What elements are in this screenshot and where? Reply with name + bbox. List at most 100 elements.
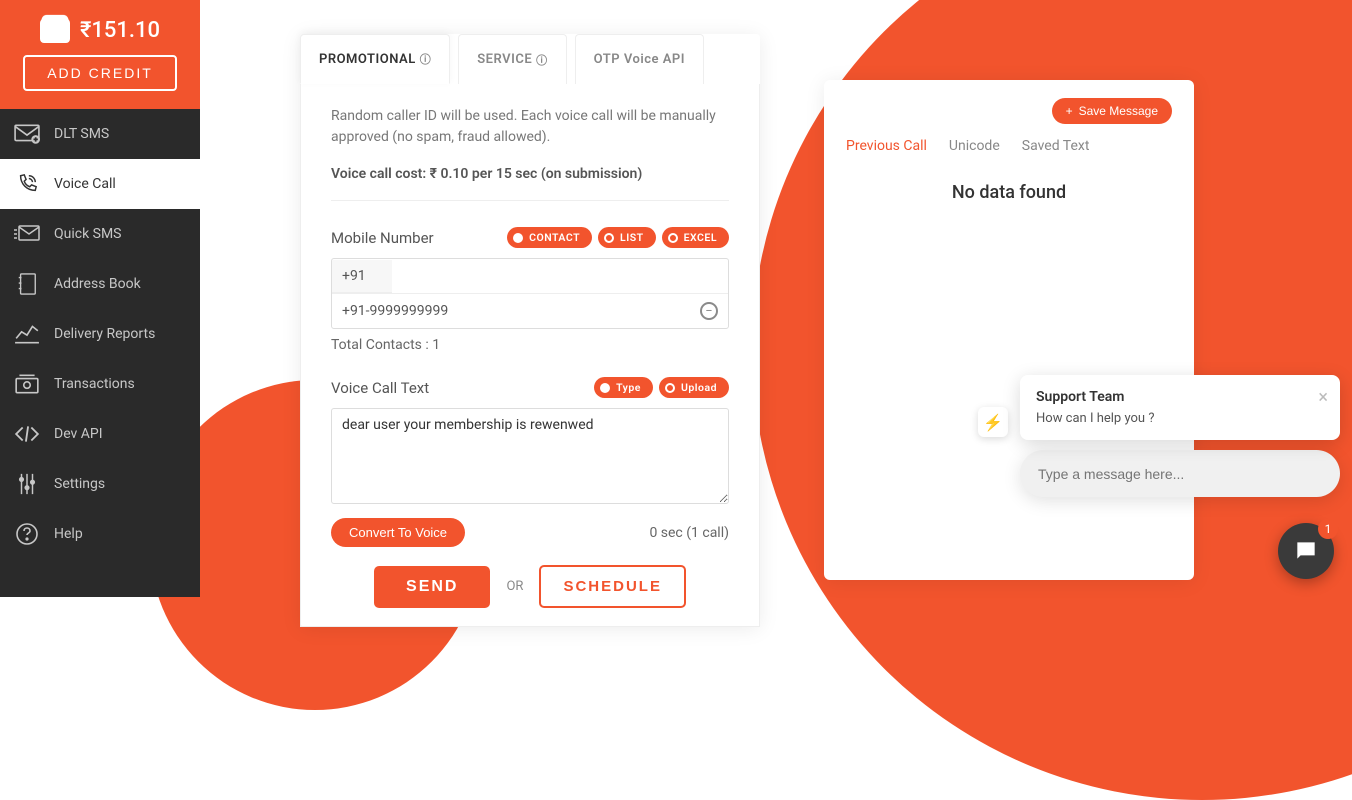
- tab-label: SERVICE: [477, 52, 532, 67]
- pill-contact[interactable]: CONTACT: [507, 227, 592, 248]
- voice-text-row: Voice Call Text Type Upload: [331, 377, 729, 398]
- plus-icon: +: [1066, 104, 1073, 118]
- sidebar-item-label: Help: [54, 526, 83, 542]
- help-icon: [14, 523, 40, 545]
- saved-messages-panel: + Save Message Previous Call Unicode Sav…: [824, 80, 1194, 580]
- pill-upload[interactable]: Upload: [659, 377, 729, 398]
- caller-id-info: Random caller ID will be used. Each voic…: [331, 106, 729, 148]
- pill-type[interactable]: Type: [594, 377, 653, 398]
- support-chat-input[interactable]: [1038, 466, 1322, 482]
- sidebar-item-voice-call[interactable]: Voice Call: [0, 159, 200, 209]
- sidebar-item-delivery-reports[interactable]: Delivery Reports: [0, 309, 200, 359]
- support-chat-title: Support Team: [1036, 389, 1324, 405]
- tab-label: OTP Voice API: [594, 52, 685, 67]
- support-chat-text: How can I help you ?: [1036, 411, 1324, 426]
- voice-call-cost: Voice call cost: ₹ 0.10 per 15 sec (on s…: [331, 166, 729, 182]
- sidebar-item-label: Address Book: [54, 276, 141, 292]
- mobile-number-label: Mobile Number: [331, 229, 434, 247]
- mobile-source-pills: CONTACT LIST EXCEL: [507, 227, 729, 248]
- pill-excel[interactable]: EXCEL: [662, 227, 729, 248]
- send-button[interactable]: SEND: [374, 566, 490, 608]
- save-message-label: Save Message: [1079, 104, 1158, 118]
- convert-to-voice-button[interactable]: Convert To Voice: [331, 518, 465, 547]
- pill-list[interactable]: LIST: [598, 227, 656, 248]
- chart-line-icon: [14, 323, 40, 345]
- mobile-number-box: +91 +91-9999999999 −: [331, 258, 729, 329]
- lightning-icon: ⚡: [983, 413, 1003, 432]
- country-code-prefix: +91: [332, 260, 392, 293]
- sidebar: ₹151.10 ADD CREDIT DLT SMS Voice Call Qu…: [0, 0, 200, 597]
- sidebar-item-label: DLT SMS: [54, 126, 109, 142]
- voice-call-panel: PROMOTIONAL ⓘ SERVICE ⓘ OTP Voice API Ra…: [300, 34, 760, 627]
- phone-icon: [14, 173, 40, 195]
- convert-row: Convert To Voice 0 sec (1 call): [331, 518, 729, 547]
- tab-otp-voice-api[interactable]: OTP Voice API: [575, 34, 704, 84]
- address-book-icon: [14, 273, 40, 295]
- pill-label: LIST: [620, 231, 644, 244]
- contact-number: +91-9999999999: [342, 303, 448, 319]
- saved-messages-tabs: Previous Call Unicode Saved Text: [846, 138, 1172, 154]
- mobile-prefix-row: +91: [332, 259, 728, 294]
- envelope-fast-icon: [14, 223, 40, 245]
- tab-label: PROMOTIONAL: [319, 52, 416, 67]
- schedule-button[interactable]: SCHEDULE: [539, 565, 686, 608]
- radio-ring-icon: [668, 233, 678, 243]
- sidebar-item-transactions[interactable]: Transactions: [0, 359, 200, 409]
- sidebar-item-settings[interactable]: Settings: [0, 459, 200, 509]
- code-icon: [14, 423, 40, 445]
- wallet-balance: ₹151.10: [80, 18, 160, 43]
- sliders-icon: [14, 473, 40, 495]
- wallet-row: ₹151.10: [0, 18, 200, 43]
- chat-fab-button[interactable]: 1: [1278, 523, 1334, 579]
- tab-previous-call[interactable]: Previous Call: [846, 138, 927, 154]
- total-contacts-label: Total Contacts : 1: [331, 337, 729, 353]
- radio-dot-selected-icon: [513, 233, 523, 243]
- tab-service[interactable]: SERVICE ⓘ: [458, 34, 566, 84]
- support-chat-widget: ⚡ × Support Team How can I help you ?: [1020, 375, 1340, 497]
- sidebar-item-dlt-sms[interactable]: DLT SMS: [0, 109, 200, 159]
- pill-label: Type: [616, 381, 641, 394]
- pill-label: Upload: [681, 381, 717, 394]
- support-avatar: ⚡: [978, 407, 1008, 437]
- chat-badge: 1: [1318, 519, 1338, 539]
- remove-contact-button[interactable]: −: [700, 302, 718, 320]
- voice-input-pills: Type Upload: [594, 377, 729, 398]
- tab-unicode[interactable]: Unicode: [949, 138, 1000, 154]
- sidebar-item-dev-api[interactable]: Dev API: [0, 409, 200, 459]
- support-chat-input-row: [1020, 450, 1340, 497]
- sidebar-item-label: Settings: [54, 476, 105, 492]
- info-icon: ⓘ: [420, 51, 432, 67]
- envelope-plus-icon: [14, 123, 40, 145]
- sidebar-item-label: Delivery Reports: [54, 326, 155, 342]
- voice-call-body: Random caller ID will be used. Each voic…: [300, 84, 760, 627]
- voice-text-label: Voice Call Text: [331, 379, 429, 397]
- chat-icon: [1293, 538, 1319, 564]
- transactions-icon: [14, 373, 40, 395]
- sidebar-item-quick-sms[interactable]: Quick SMS: [0, 209, 200, 259]
- sidebar-item-label: Dev API: [54, 426, 103, 442]
- mobile-number-row: Mobile Number CONTACT LIST EXCEL: [331, 227, 729, 248]
- info-icon: ⓘ: [536, 52, 548, 68]
- voice-text-input[interactable]: [331, 408, 729, 504]
- tab-promotional[interactable]: PROMOTIONAL ⓘ: [300, 34, 450, 84]
- radio-dot-selected-icon: [600, 383, 610, 393]
- mobile-number-input[interactable]: [396, 259, 722, 291]
- radio-ring-icon: [665, 383, 675, 393]
- contact-entry-row: +91-9999999999 −: [332, 294, 728, 328]
- or-label: OR: [506, 579, 523, 594]
- sidebar-item-help[interactable]: Help: [0, 509, 200, 559]
- add-credit-button[interactable]: ADD CREDIT: [23, 55, 177, 91]
- tab-saved-text[interactable]: Saved Text: [1022, 138, 1090, 154]
- wallet-icon: [40, 19, 70, 43]
- save-message-row: + Save Message: [846, 98, 1172, 124]
- save-message-button[interactable]: + Save Message: [1052, 98, 1172, 124]
- sidebar-item-label: Voice Call: [54, 176, 116, 192]
- sidebar-item-label: Quick SMS: [54, 226, 122, 242]
- call-duration-count: 0 sec (1 call): [649, 525, 729, 541]
- sidebar-item-label: Transactions: [54, 376, 135, 392]
- pill-label: EXCEL: [684, 231, 717, 244]
- sidebar-item-address-book[interactable]: Address Book: [0, 259, 200, 309]
- close-chat-button[interactable]: ×: [1318, 387, 1328, 408]
- sidebar-header: ₹151.10 ADD CREDIT: [0, 0, 200, 109]
- support-chat-bubble: × Support Team How can I help you ?: [1020, 375, 1340, 440]
